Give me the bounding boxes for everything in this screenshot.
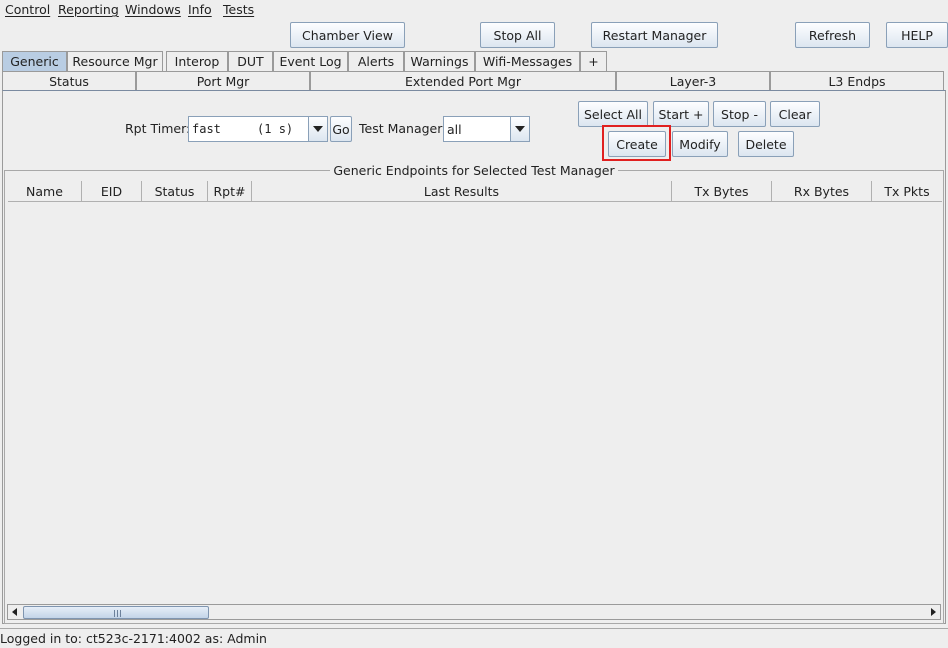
- refresh-button[interactable]: Refresh: [795, 22, 870, 48]
- status-bar-text: Logged in to: ct523c-2171:4002 as: Admin: [0, 631, 267, 646]
- tab-l3-endps[interactable]: L3 Endps: [770, 71, 944, 91]
- column-tx-bytes[interactable]: Tx Bytes: [672, 181, 772, 202]
- tab-resource-mgr[interactable]: Resource Mgr: [67, 51, 163, 71]
- horizontal-scrollbar[interactable]: [7, 604, 941, 620]
- rpt-timer-label: Rpt Timer:: [125, 121, 191, 136]
- tab-status[interactable]: Status: [2, 71, 136, 91]
- menu-control[interactable]: Control: [5, 2, 50, 17]
- create-highlight: [602, 125, 671, 161]
- tab-generic[interactable]: Generic: [2, 51, 67, 71]
- column-eid[interactable]: EID: [82, 181, 142, 202]
- column-status[interactable]: Status: [142, 181, 208, 202]
- scroll-left-icon[interactable]: [8, 605, 22, 619]
- status-divider: [0, 628, 948, 629]
- column-name[interactable]: Name: [8, 181, 82, 202]
- chevron-down-icon[interactable]: [308, 117, 327, 141]
- tab-extended-port-mgr[interactable]: Extended Port Mgr: [310, 71, 616, 91]
- column-last-results[interactable]: Last Results: [252, 181, 672, 202]
- table-body[interactable]: [8, 202, 942, 604]
- test-manager-label: Test Manager: [359, 121, 443, 136]
- test-manager-select[interactable]: all: [443, 116, 530, 142]
- rpt-timer-select[interactable]: fast (1 s): [188, 116, 328, 142]
- stop-all-button[interactable]: Stop All: [480, 22, 555, 48]
- column-rx-bytes[interactable]: Rx Bytes: [772, 181, 872, 202]
- tab-warnings[interactable]: Warnings: [404, 51, 475, 71]
- stop-button[interactable]: Stop -: [713, 101, 766, 127]
- tab-port-mgr[interactable]: Port Mgr: [136, 71, 310, 91]
- restart-manager-button[interactable]: Restart Manager: [591, 22, 718, 48]
- clear-button[interactable]: Clear: [770, 101, 820, 127]
- menu-reporting[interactable]: Reporting: [58, 2, 119, 17]
- tab-interop[interactable]: Interop: [166, 51, 228, 71]
- select-all-button[interactable]: Select All: [578, 101, 648, 127]
- tab-dut[interactable]: DUT: [228, 51, 273, 71]
- column-rpt[interactable]: Rpt#: [208, 181, 252, 202]
- menu-windows[interactable]: Windows: [125, 2, 181, 17]
- help-button[interactable]: HELP: [886, 22, 948, 48]
- test-manager-value: all: [447, 122, 462, 137]
- menu-info[interactable]: Info: [188, 2, 212, 17]
- tab-layer-3[interactable]: Layer-3: [616, 71, 770, 91]
- delete-button[interactable]: Delete: [738, 131, 794, 157]
- tab-add[interactable]: +: [580, 51, 607, 71]
- start-button[interactable]: Start +: [653, 101, 709, 127]
- tab-alerts[interactable]: Alerts: [348, 51, 404, 71]
- endpoints-group-title: Generic Endpoints for Selected Test Mana…: [0, 163, 948, 178]
- tab-wifi-messages[interactable]: Wifi-Messages: [475, 51, 580, 71]
- modify-button[interactable]: Modify: [672, 131, 728, 157]
- menu-tests[interactable]: Tests: [223, 2, 254, 17]
- scrollbar-thumb[interactable]: [23, 606, 209, 619]
- chevron-down-icon[interactable]: [510, 117, 529, 141]
- tab-event-log[interactable]: Event Log: [273, 51, 348, 71]
- column-tx-pkts[interactable]: Tx Pkts: [872, 181, 942, 202]
- rpt-timer-value: fast (1 s): [192, 122, 294, 136]
- chamber-view-button[interactable]: Chamber View: [290, 22, 405, 48]
- menu-bar: Control Reporting Windows Info Tests: [0, 0, 948, 20]
- scroll-right-icon[interactable]: [926, 605, 940, 619]
- go-button[interactable]: Go: [330, 116, 352, 142]
